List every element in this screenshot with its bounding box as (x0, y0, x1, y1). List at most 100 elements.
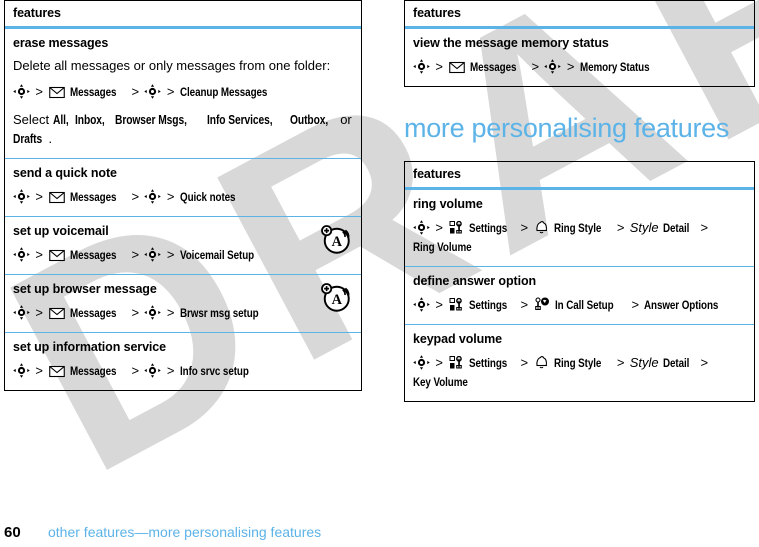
feature-row: ring volume > Settings > Ring Style > St… (405, 190, 754, 267)
features-table-left: features erase messages Delete all messag… (4, 0, 362, 392)
svg-text:A: A (332, 234, 343, 250)
note-option: Outbox, (290, 112, 329, 127)
envelope-icon (49, 365, 66, 378)
feature-title: send a quick note (13, 165, 117, 180)
section-heading: more personalising features (404, 113, 730, 144)
left-column: features erase messages Delete all messag… (4, 0, 362, 392)
path-menu-item: Memory Status (579, 60, 650, 74)
path-menu-item: Messages (69, 247, 117, 262)
feature-row: view the message memory status > Message… (405, 29, 754, 86)
feature-note: Select All, Inbox, Browser Msgs, Info Se… (13, 111, 353, 149)
footer-breadcrumb: other features—more personalising featur… (48, 524, 322, 540)
path-menu-item: Answer Options (644, 297, 719, 312)
menu-path: > Messages > > Quick notes (13, 187, 353, 207)
path-separator: > (435, 354, 443, 370)
note-option: Drafts (13, 131, 43, 146)
path-menu-item: Messages (69, 305, 117, 320)
envelope-icon (449, 61, 466, 74)
path-menu-item: Key Volume (413, 375, 468, 390)
path-separator: > (435, 220, 443, 235)
feature-description: Delete all messages or only messages fro… (13, 58, 331, 73)
path-menu-item: Voicemail Setup (179, 247, 254, 262)
path-separator: > (35, 363, 43, 379)
feature-title: erase messages (13, 36, 109, 50)
path-separator: > (616, 354, 625, 370)
path-menu-item: Detail (663, 221, 690, 235)
joystick-icon (413, 296, 430, 312)
path-separator: > (520, 220, 529, 235)
path-menu-item: Messages (69, 364, 117, 379)
page-footer: 60 other features—more personalising fea… (4, 524, 604, 541)
note-option: Browser Msgs, (115, 112, 188, 127)
features-table-right-bottom: features ring volume > Settings > Ring S… (404, 161, 755, 402)
feature-row: define answer option > Settings > In Cal… (405, 267, 754, 325)
joystick-icon (144, 363, 162, 378)
path-separator: > (631, 296, 640, 312)
path-variable: Style (629, 354, 659, 370)
note-option: Info Services, (206, 112, 273, 127)
path-separator: > (35, 304, 43, 320)
path-menu-item: Messages (69, 189, 117, 204)
gear-icon (449, 220, 464, 235)
envelope-icon (49, 191, 66, 204)
feature-title: set up voicemail (13, 223, 109, 238)
joystick-icon (144, 305, 162, 320)
menu-path: > Messages > > Voicemail Setup (13, 245, 353, 265)
menu-path: > Settings > Ring Style > Style Detail >… (413, 218, 746, 257)
joystick-icon (144, 188, 162, 204)
path-separator: > (166, 363, 175, 379)
features-table-right-top: features view the message memory status … (404, 0, 755, 88)
path-separator: > (131, 363, 140, 379)
path-separator: > (531, 59, 540, 74)
in-call-setup-icon (534, 297, 550, 312)
envelope-icon (49, 307, 66, 320)
path-separator: > (131, 83, 140, 99)
right-column: features view the message memory status … (404, 0, 755, 402)
bell-icon (534, 220, 549, 235)
menu-path: > Messages > > Cleanup Messages (13, 82, 353, 102)
path-menu-item: Brwsr msg setup (179, 305, 259, 320)
note-option: All, (52, 112, 69, 127)
feature-row: erase messages Delete all messages or onl… (5, 29, 361, 159)
table-header-features: features (405, 1, 754, 29)
path-menu-item: In Call Setup (554, 297, 614, 312)
joystick-icon (144, 84, 162, 99)
path-menu-item: Cleanup Messages (179, 84, 268, 99)
feature-row: set up voicemail > Messages > > Voicemai… (5, 217, 361, 275)
path-separator: > (616, 220, 625, 235)
path-menu-item: Info srvc setup (179, 364, 249, 379)
joystick-icon (13, 363, 30, 378)
feature-row: set up browser message > Messages > > Br… (5, 275, 361, 334)
path-menu-item: Settings (468, 297, 507, 312)
feature-title: set up browser message (13, 281, 157, 296)
envelope-icon (49, 86, 66, 99)
menu-path: > Settings > Ring Style > Style Detail >… (413, 353, 746, 392)
joystick-icon (413, 355, 430, 370)
network-service-icon: A (321, 283, 351, 313)
path-separator: > (700, 220, 709, 235)
path-menu-item: Settings (468, 221, 507, 235)
joystick-icon (13, 247, 30, 262)
table-header-features: features (5, 1, 361, 29)
path-separator: > (131, 246, 140, 262)
path-separator: > (166, 188, 175, 204)
path-menu-item: Messages (69, 84, 117, 99)
path-separator: > (166, 304, 175, 320)
feature-title: set up information service (13, 340, 166, 355)
path-menu-item: Quick notes (179, 189, 236, 204)
menu-path: > Messages > > Memory Status (413, 57, 746, 77)
svg-text:A: A (332, 292, 343, 308)
joystick-icon (13, 305, 30, 320)
joystick-icon (13, 84, 30, 99)
gear-icon (449, 355, 464, 370)
joystick-icon (144, 247, 162, 262)
path-menu-item: Ring Style (553, 221, 602, 235)
feature-title: keypad volume (413, 331, 503, 346)
bell-icon (534, 355, 549, 370)
menu-path: > Messages > > Brwsr msg setup (13, 303, 353, 323)
path-separator: > (435, 296, 443, 312)
network-service-icon: A (321, 224, 351, 255)
joystick-icon (13, 188, 30, 204)
path-separator: > (520, 296, 529, 312)
path-menu-item: Messages (469, 60, 517, 74)
